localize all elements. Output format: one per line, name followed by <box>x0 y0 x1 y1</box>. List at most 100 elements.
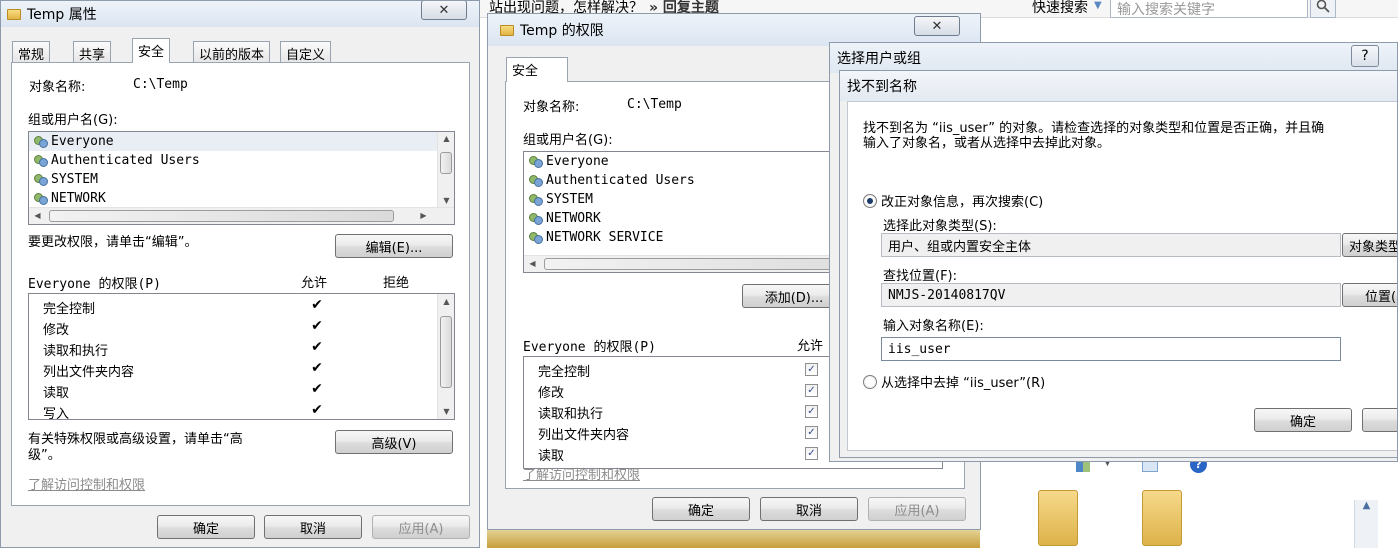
allow-column-header: 允许 <box>797 339 824 354</box>
taskbar-strip <box>487 528 980 548</box>
apply-button[interactable]: 应用(A) <box>868 497 966 521</box>
vertical-scrollbar[interactable]: ▲ ▼ <box>437 132 454 207</box>
list-item[interactable]: Everyone <box>29 132 454 151</box>
ok-button[interactable]: 确定 <box>1254 408 1352 432</box>
list-item[interactable]: SYSTEM <box>29 170 454 189</box>
allow-column-header: 允许 <box>301 276 328 291</box>
search-input[interactable]: 输入搜索关键字 <box>1110 0 1308 18</box>
search-icon[interactable] <box>1310 0 1336 18</box>
allow-checkbox[interactable]: ✓ <box>805 447 818 460</box>
quick-search-dropdown-icon[interactable]: ▼ <box>1094 0 1102 11</box>
tab-custom[interactable]: 自定义 <box>280 41 332 63</box>
list-item[interactable]: NETWORK <box>29 189 454 208</box>
permission-row: 列出文件夹内容 <box>43 365 135 380</box>
users-icon <box>528 155 543 168</box>
advanced-button[interactable]: 高级(V) <box>335 430 453 454</box>
close-button[interactable]: ✕ <box>914 16 960 36</box>
allow-check: ✔ <box>311 360 323 376</box>
window-title: Temp 属性 <box>27 7 97 23</box>
titlebar[interactable]: 选择用户或组 <box>830 43 1397 73</box>
scrollbar-up-icon[interactable]: ▲ <box>1354 500 1378 548</box>
locations-button[interactable]: 位置( <box>1342 283 1397 307</box>
permissions-header: Everyone 的权限(P) <box>28 277 161 292</box>
scroll-thumb[interactable] <box>544 258 842 270</box>
permission-row: 完全控制 <box>43 302 96 317</box>
titlebar[interactable]: Temp 属性 <box>1 1 479 27</box>
correct-radio[interactable] <box>863 193 877 208</box>
edit-button[interactable]: 编辑(E)... <box>335 234 453 258</box>
cancel-button[interactable] <box>1362 408 1397 432</box>
scroll-thumb[interactable] <box>440 316 452 388</box>
permission-row: 完全控制 <box>538 365 591 380</box>
object-name-label: 输入对象名称(E): <box>883 319 984 334</box>
scroll-right-icon[interactable]: ▶ <box>415 211 432 220</box>
location-field: NMJS-20140817QV <box>881 283 1341 307</box>
list-item[interactable]: Everyone <box>524 152 842 171</box>
scroll-down-icon[interactable]: ▼ <box>438 196 454 205</box>
object-types-button[interactable]: 对象类型 <box>1342 233 1397 257</box>
users-icon <box>33 154 48 167</box>
vertical-scrollbar[interactable]: ▲ ▼ <box>437 294 454 419</box>
object-type-label: 选择此对象类型(S): <box>883 219 997 234</box>
allow-checkbox[interactable]: ✓ <box>805 426 818 439</box>
permission-list[interactable]: 完全控制 ✔ 修改 ✔ 读取和执行 ✔ 列出文件夹内容 ✔ 读取 ✔ 写入 ✔ … <box>28 293 455 420</box>
window-title: 选择用户或组 <box>837 51 921 67</box>
scroll-up-icon[interactable]: ▲ <box>438 297 454 306</box>
list-item[interactable]: Authenticated Users <box>29 151 454 170</box>
learn-access-control-link[interactable]: 了解访问控制和权限 <box>28 474 145 493</box>
apply-button[interactable]: 应用(A) <box>372 515 470 539</box>
folder-icon[interactable] <box>1038 490 1078 546</box>
allow-check: ✔ <box>311 381 323 397</box>
option-remove-row[interactable]: 从选择中去掉 “iis_user”(R) <box>863 372 1045 391</box>
users-icon <box>528 231 543 244</box>
scroll-left-icon[interactable]: ◀ <box>29 211 46 220</box>
horizontal-scrollbar[interactable]: ◀ <box>524 255 842 272</box>
user-list[interactable]: Everyone Authenticated Users SYSTEM NETW… <box>28 131 455 225</box>
ok-button[interactable]: 确定 <box>157 515 255 539</box>
tab-sharing[interactable]: 共享 <box>73 41 112 63</box>
scroll-up-icon[interactable]: ▲ <box>438 134 454 143</box>
users-icon <box>528 212 543 225</box>
dialog-title: 找不到名称 <box>847 79 917 95</box>
dialog-body: 找不到名为 “iis_user” 的对象。请检查选择的对象类型和位置是否正确，并… <box>847 101 1397 451</box>
allow-checkbox[interactable]: ✓ <box>805 384 818 397</box>
tab-security[interactable]: 安全 <box>506 57 568 82</box>
allow-checkbox[interactable]: ✓ <box>805 405 818 418</box>
tab-security[interactable]: 安全 <box>132 38 171 63</box>
permission-row: 读取 <box>538 449 565 464</box>
list-item[interactable]: NETWORK <box>524 209 842 228</box>
help-button[interactable]: ? <box>1351 45 1379 67</box>
permission-row: 修改 <box>538 386 565 401</box>
object-name-input[interactable]: iis_user <box>881 337 1341 361</box>
ok-button[interactable]: 确定 <box>652 497 750 521</box>
object-name-label: 对象名称: <box>29 80 86 95</box>
allow-check: ✔ <box>311 402 323 418</box>
list-item[interactable]: SYSTEM <box>524 190 842 209</box>
users-icon <box>528 174 543 187</box>
permission-row: 读取 <box>43 386 70 401</box>
tab-previous-versions[interactable]: 以前的版本 <box>193 41 271 63</box>
allow-checkbox[interactable]: ✓ <box>805 363 818 376</box>
option-correct-row[interactable]: 改正对象信息，再次搜索(C) <box>863 191 1043 210</box>
learn-access-control-link[interactable]: 了解访问控制和权限 <box>523 464 640 483</box>
list-item[interactable]: NETWORK SERVICE <box>524 228 842 247</box>
remove-radio[interactable] <box>863 374 877 389</box>
user-list[interactable]: Everyone Authenticated Users SYSTEM NETW… <box>523 151 843 273</box>
users-icon <box>33 135 48 148</box>
cancel-button[interactable]: 取消 <box>760 497 858 521</box>
cancel-button[interactable]: 取消 <box>264 515 362 539</box>
scroll-thumb[interactable] <box>49 210 394 222</box>
titlebar[interactable]: 找不到名称 <box>840 71 1397 101</box>
scroll-thumb[interactable] <box>440 152 452 174</box>
allow-check: ✔ <box>311 339 323 355</box>
tab-general[interactable]: 常规 <box>12 41 51 63</box>
scroll-left-icon[interactable]: ◀ <box>524 259 541 268</box>
quick-search-label[interactable]: 快速搜索 <box>1032 0 1088 17</box>
scroll-down-icon[interactable]: ▼ <box>438 407 454 416</box>
folder-icon[interactable] <box>1142 490 1182 546</box>
location-label: 查找位置(F): <box>883 269 958 284</box>
allow-check: ✔ <box>311 318 323 334</box>
list-item[interactable]: Authenticated Users <box>524 171 842 190</box>
horizontal-scrollbar[interactable]: ◀ ▶ <box>29 207 454 224</box>
close-button[interactable]: ✕ <box>421 1 467 20</box>
